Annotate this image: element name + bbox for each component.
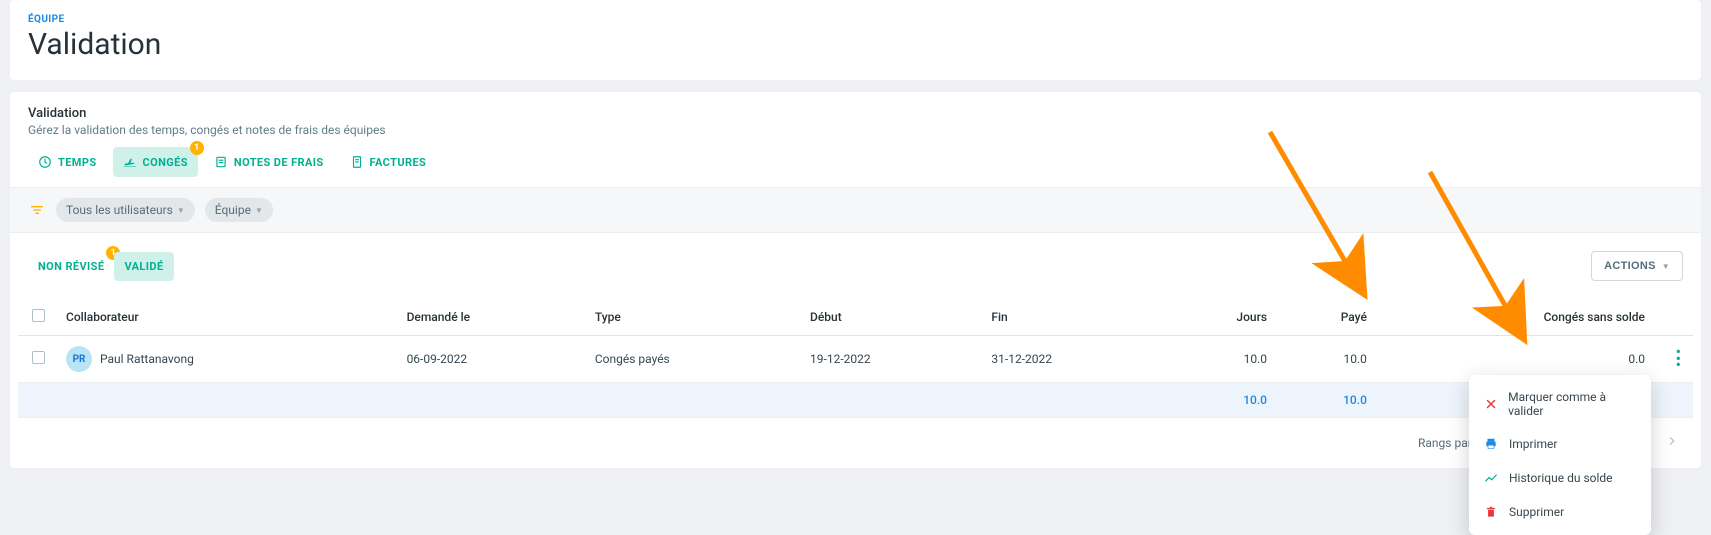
next-page-button[interactable] <box>1661 430 1683 456</box>
receipt-icon <box>214 155 228 169</box>
tab-factures-label: FACTURES <box>370 156 427 169</box>
breadcrumb[interactable]: ÉQUIPE <box>28 14 1683 25</box>
total-paye: 10.0 <box>1275 383 1375 418</box>
totals-row: 10.0 10.0 0.0 <box>18 383 1693 418</box>
page-title: Validation <box>28 27 1683 62</box>
menu-item-history-label: Historique du solde <box>1509 471 1613 485</box>
cell-demande: 06-09-2022 <box>399 336 587 383</box>
filter-team-label: Équipe <box>215 203 251 217</box>
category-tabs: TEMPS CONGÉS 1 NOTES DE FRAIS FACTURES <box>10 147 1701 187</box>
status-tab-valide-label: VALIDÉ <box>124 260 163 273</box>
menu-item-print[interactable]: Imprimer <box>1469 427 1651 461</box>
col-demande: Demandé le <box>399 299 587 336</box>
col-fin: Fin <box>983 299 1164 336</box>
avatar: PR <box>66 346 92 372</box>
chevron-down-icon: ▼ <box>255 206 263 215</box>
trash-icon <box>1483 504 1499 520</box>
plane-icon <box>123 155 137 169</box>
chart-line-icon <box>1483 470 1499 486</box>
tab-conges[interactable]: CONGÉS 1 <box>113 147 198 177</box>
col-type: Type <box>587 299 802 336</box>
cell-fin: 31-12-2022 <box>983 336 1164 383</box>
filter-icon[interactable] <box>28 201 46 219</box>
filter-users[interactable]: Tous les utilisateurs ▼ <box>56 198 195 222</box>
total-jours: 10.0 <box>1165 383 1275 418</box>
close-icon <box>1483 396 1498 412</box>
tab-conges-label: CONGÉS <box>143 156 188 169</box>
clock-icon <box>38 155 52 169</box>
conges-badge: 1 <box>190 141 204 155</box>
table-row[interactable]: PR Paul Rattanavong 06-09-2022 Congés pa… <box>18 336 1693 383</box>
col-jours: Jours <box>1165 299 1275 336</box>
chevron-down-icon: ▼ <box>177 206 185 215</box>
card-title: Validation <box>28 106 1683 121</box>
filter-users-label: Tous les utilisateurs <box>66 203 173 217</box>
invoice-icon <box>350 155 364 169</box>
validation-card: Validation Gérez la validation des temps… <box>10 92 1701 468</box>
card-header: Validation Gérez la validation des temps… <box>10 92 1701 147</box>
tab-factures[interactable]: FACTURES <box>340 147 437 177</box>
row-menu-button[interactable]: ••• <box>1661 349 1685 368</box>
tab-notes-de-frais[interactable]: NOTES DE FRAIS <box>204 147 334 177</box>
menu-item-delete-label: Supprimer <box>1509 505 1564 519</box>
row-checkbox[interactable] <box>32 351 45 364</box>
col-debut: Début <box>802 299 983 336</box>
tab-temps-label: TEMPS <box>58 156 97 169</box>
actions-button[interactable]: ACTIONS ▼ <box>1591 251 1683 281</box>
cell-debut: 19-12-2022 <box>802 336 983 383</box>
validation-table: Collaborateur Demandé le Type Début Fin … <box>18 299 1693 418</box>
col-collaborateur: Collaborateur <box>58 299 399 336</box>
menu-item-mark-label: Marquer comme à valider <box>1508 390 1637 418</box>
pagination: Rangs par page 25 ▼ 1 of 1 <box>10 418 1701 468</box>
cell-jours: 10.0 <box>1165 336 1275 383</box>
menu-item-print-label: Imprimer <box>1509 437 1557 451</box>
col-paye: Payé <box>1275 299 1375 336</box>
status-tabs-row: NON RÉVISÉ 1 VALIDÉ ACTIONS ▼ <box>10 233 1701 299</box>
filter-bar: Tous les utilisateurs ▼ Équipe ▼ <box>10 187 1701 233</box>
tab-notes-label: NOTES DE FRAIS <box>234 156 324 169</box>
page-header: ÉQUIPE Validation <box>10 0 1701 80</box>
col-sanssolde: Congés sans solde <box>1375 299 1653 336</box>
tab-temps[interactable]: TEMPS <box>28 147 107 177</box>
status-tab-non-revise-label: NON RÉVISÉ <box>38 260 104 273</box>
print-icon <box>1483 436 1499 452</box>
row-context-menu: Marquer comme à valider Imprimer Histori… <box>1469 375 1651 535</box>
actions-button-label: ACTIONS <box>1604 260 1656 272</box>
menu-item-mark-to-validate[interactable]: Marquer comme à valider <box>1469 381 1651 427</box>
chevron-down-icon: ▼ <box>1662 262 1670 271</box>
cell-paye: 10.0 <box>1275 336 1375 383</box>
status-tab-valide[interactable]: VALIDÉ <box>114 252 173 281</box>
cell-type: Congés payés <box>587 336 802 383</box>
select-all-checkbox[interactable] <box>32 309 45 322</box>
collaborator-cell: PR Paul Rattanavong <box>66 346 391 372</box>
menu-item-delete[interactable]: Supprimer <box>1469 495 1651 529</box>
status-tab-non-revise[interactable]: NON RÉVISÉ 1 <box>28 252 114 281</box>
card-subtitle: Gérez la validation des temps, congés et… <box>28 123 1683 137</box>
filter-team[interactable]: Équipe ▼ <box>205 198 273 222</box>
collaborator-name: Paul Rattanavong <box>100 352 194 366</box>
menu-item-history[interactable]: Historique du solde <box>1469 461 1651 495</box>
